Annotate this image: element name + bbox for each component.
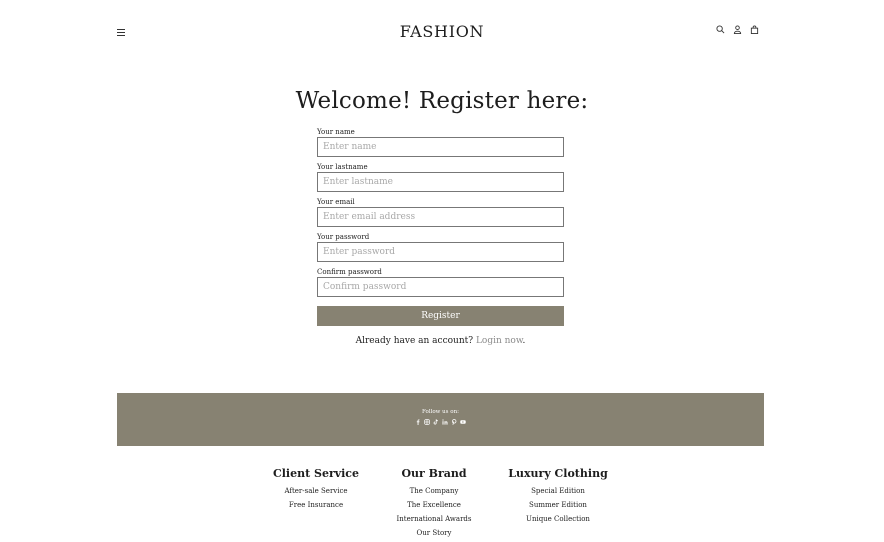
login-prompt: Already have an account? Login now. xyxy=(317,336,564,346)
footer-link[interactable]: International Awards xyxy=(384,512,484,526)
lastname-input[interactable] xyxy=(317,172,564,192)
footer-column-client-service: Client Service After-sale Service Free I… xyxy=(266,467,366,512)
footer-column-title: Luxury Clothing xyxy=(508,467,608,480)
footer-link[interactable]: Special Edition xyxy=(508,484,608,498)
email-input[interactable] xyxy=(317,207,564,227)
pinterest-icon[interactable] xyxy=(451,419,457,425)
youtube-icon[interactable] xyxy=(460,419,466,425)
footer-column-luxury-clothing: Luxury Clothing Special Edition Summer E… xyxy=(508,467,608,526)
tiktok-icon[interactable] xyxy=(433,419,439,425)
footer-link[interactable]: After-sale Service xyxy=(266,484,366,498)
confirm-password-label: Confirm password xyxy=(317,268,382,276)
footer-link[interactable]: The Excellence xyxy=(384,498,484,512)
social-band: Follow us on: xyxy=(117,393,764,446)
login-suffix: . xyxy=(522,336,526,346)
site-header: FASHION xyxy=(0,0,884,64)
confirm-password-field-group: Confirm password xyxy=(317,267,564,297)
footer-link[interactable]: Summer Edition xyxy=(508,498,608,512)
login-prompt-text: Already have an account? xyxy=(355,336,474,346)
instagram-icon[interactable] xyxy=(424,419,430,425)
footer-column-title: Client Service xyxy=(272,467,360,480)
page-title: Welcome! Register here: xyxy=(295,88,589,114)
register-button[interactable]: Register xyxy=(317,306,564,326)
password-field-group: Your password xyxy=(317,232,564,262)
user-icon[interactable] xyxy=(733,25,742,34)
linkedin-icon[interactable] xyxy=(442,419,448,425)
login-link[interactable]: Login now xyxy=(476,336,523,346)
footer-link[interactable]: Unique Collection xyxy=(508,512,608,526)
header-icons xyxy=(716,25,759,34)
follow-label: Follow us on: xyxy=(422,409,459,415)
bag-icon[interactable] xyxy=(750,25,759,34)
name-field-group: Your name xyxy=(317,127,564,157)
email-label: Your email xyxy=(317,198,355,206)
password-label: Your password xyxy=(317,233,370,241)
email-field-group: Your email xyxy=(317,197,564,227)
footer-link[interactable]: The Company xyxy=(384,484,484,498)
password-input[interactable] xyxy=(317,242,564,262)
confirm-password-input[interactable] xyxy=(317,277,564,297)
name-label: Your name xyxy=(317,128,355,136)
footer-column-our-brand: Our Brand The Company The Excellence Int… xyxy=(384,467,484,540)
search-icon[interactable] xyxy=(716,25,725,34)
lastname-field-group: Your lastname xyxy=(317,162,564,192)
footer-column-title: Our Brand xyxy=(401,467,467,480)
footer-link[interactable]: Our Story xyxy=(384,526,484,540)
name-input[interactable] xyxy=(317,137,564,157)
register-form: Your name Your lastname Your email Your … xyxy=(317,127,564,346)
lastname-label: Your lastname xyxy=(317,163,368,171)
facebook-icon[interactable] xyxy=(415,419,421,425)
footer-link[interactable]: Free Insurance xyxy=(266,498,366,512)
social-icons xyxy=(117,419,764,425)
